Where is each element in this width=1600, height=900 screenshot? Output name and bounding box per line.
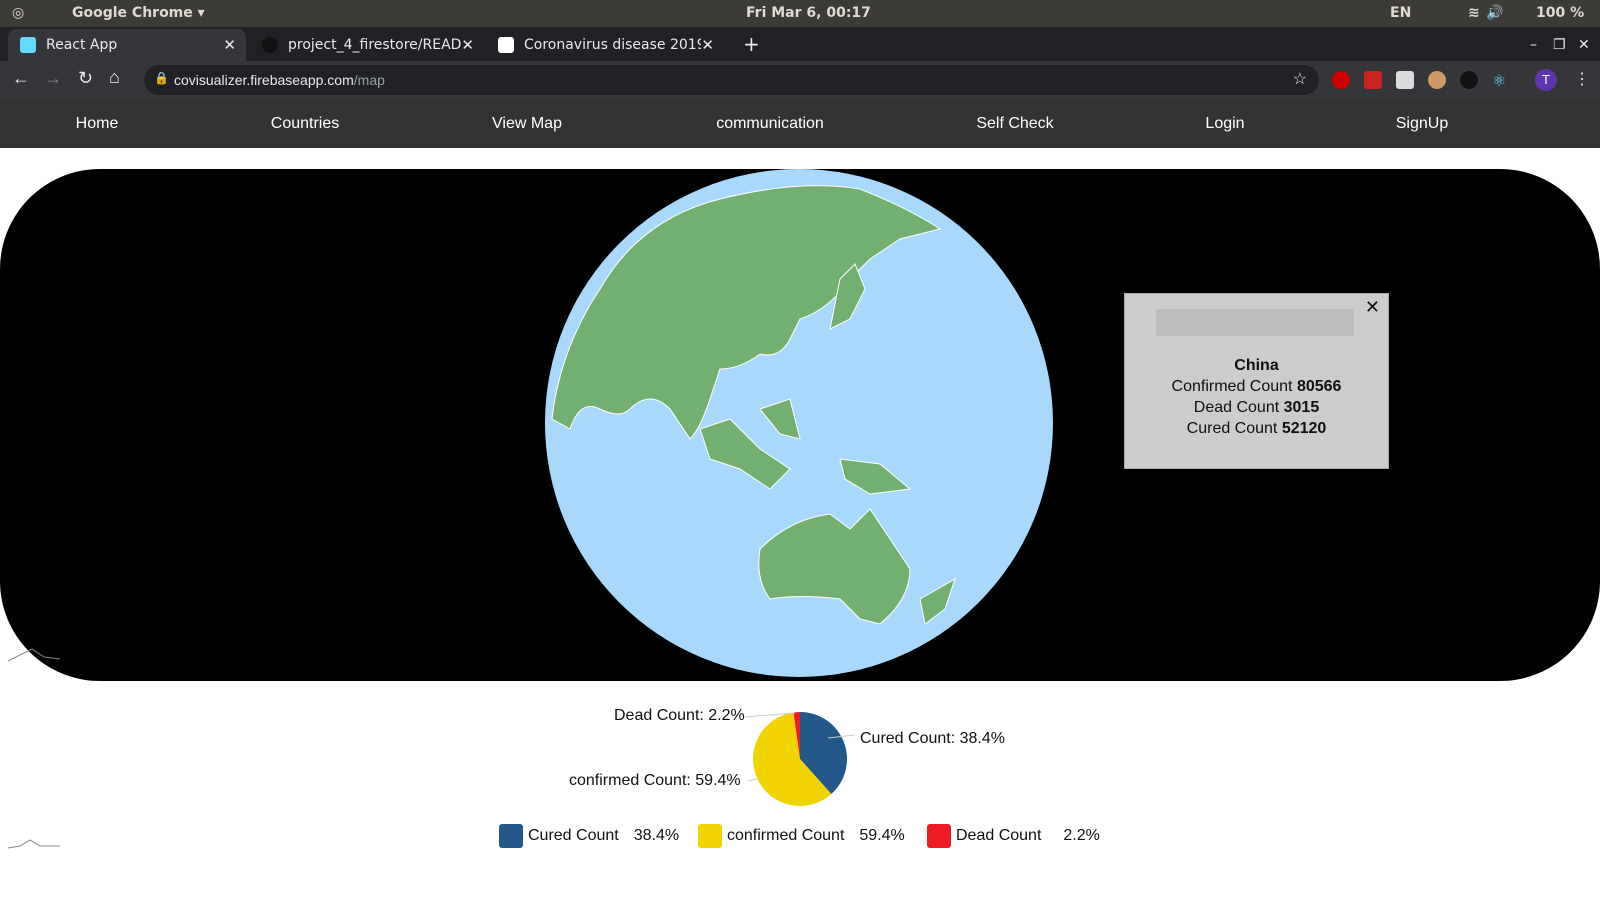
sparkline-icon (7, 839, 60, 849)
legend-item-dead[interactable]: Dead Count 2.2% (927, 824, 1100, 848)
tab-react-app[interactable]: React App ✕ (8, 29, 246, 61)
close-tab-icon[interactable]: ✕ (223, 36, 236, 54)
restore-button[interactable]: ❐ (1553, 29, 1566, 61)
volume-icon[interactable]: 🔊 (1486, 5, 1503, 21)
legend-swatch (698, 824, 722, 848)
close-window-button[interactable]: ✕ (1578, 29, 1590, 61)
pie-chart (744, 712, 856, 806)
forward-icon[interactable]: → (44, 68, 62, 89)
new-tab-button[interactable]: + (735, 29, 760, 61)
home-icon[interactable]: ⌂ (109, 67, 120, 88)
site-nav: Home Countries View Map communication Se… (0, 99, 1600, 148)
tab-wikipedia[interactable]: Coronavirus disease 2019 ✕ (486, 29, 724, 61)
legend-swatch (927, 824, 951, 848)
tooltip-confirmed: Confirmed Count 80566 (1171, 378, 1342, 395)
adblock-extension-icon[interactable] (1332, 71, 1350, 89)
nav-self-check[interactable]: Self Check (976, 115, 1053, 133)
nav-signup[interactable]: SignUp (1396, 115, 1448, 133)
legend-item-confirmed[interactable]: confirmed Count 59.4% (698, 824, 905, 848)
profile-avatar[interactable]: T (1535, 69, 1557, 91)
github-icon (262, 37, 278, 53)
toolbar: ← → ↻ ⌂ 🔒 covisualizer.firebaseapp.com/m… (0, 61, 1600, 99)
bookmark-star-icon[interactable]: ☆ (1293, 69, 1307, 89)
wikipedia-icon (498, 37, 514, 53)
address-bar[interactable]: 🔒 covisualizer.firebaseapp.com/map ☆ (144, 65, 1319, 95)
activities-icon[interactable]: ◎ (12, 5, 24, 21)
wifi-icon[interactable]: ≋ (1468, 5, 1480, 21)
language-indicator[interactable]: EN (1390, 5, 1411, 21)
tooltip-dead: Dead Count 3015 (1193, 399, 1320, 416)
close-tab-icon[interactable]: ✕ (701, 36, 714, 54)
nav-view-map[interactable]: View Map (492, 115, 562, 133)
extension-icon[interactable] (1428, 71, 1446, 89)
nav-home[interactable]: Home (76, 115, 119, 133)
clock[interactable]: Fri Mar 6, 00:17 (746, 5, 871, 21)
pie-label-cured: Cured Count: 38.4% (860, 730, 1005, 747)
system-top-bar: ◎ Google Chrome ▾ Fri Mar 6, 00:17 EN ≋ … (0, 0, 1600, 27)
react-icon (20, 37, 36, 53)
minimize-button[interactable]: – (1530, 29, 1537, 61)
extension-icon[interactable] (1364, 71, 1382, 89)
pie-label-dead: Dead Count: 2.2% (614, 707, 745, 724)
nav-login[interactable]: Login (1205, 115, 1244, 133)
country-tooltip: ✕ China Confirmed Count 80566 Dead Count… (1124, 293, 1389, 469)
sparkline-icon (7, 648, 61, 662)
nav-countries[interactable]: Countries (271, 115, 339, 133)
pie-label-leader (747, 778, 758, 782)
extension-icon[interactable] (1460, 71, 1478, 89)
legend-item-cured[interactable]: Cured Count 38.4% (499, 824, 679, 848)
reload-icon[interactable]: ↻ (78, 68, 93, 89)
back-icon[interactable]: ← (12, 68, 30, 89)
tooltip-country: China (1234, 357, 1279, 374)
app-menu[interactable]: Google Chrome ▾ (72, 5, 205, 21)
lock-icon: 🔒 (154, 71, 169, 85)
close-tab-icon[interactable]: ✕ (461, 36, 474, 54)
nav-communication[interactable]: communication (716, 115, 824, 133)
battery-label[interactable]: 100 % (1536, 5, 1584, 21)
extension-icon[interactable] (1396, 71, 1414, 89)
menu-icon[interactable]: ⋮ (1574, 69, 1590, 89)
react-devtools-icon[interactable]: ⚛ (1492, 71, 1510, 90)
tooltip-header-bar (1156, 309, 1354, 336)
tab-github[interactable]: project_4_firestore/READ ✕ (250, 29, 484, 61)
pie-label-confirmed: confirmed Count: 59.4% (569, 772, 741, 789)
close-icon[interactable]: ✕ (1365, 297, 1380, 318)
tooltip-cured: Cured Count 52120 (1186, 420, 1327, 437)
legend-swatch (499, 824, 523, 848)
map-panel: ✕ China Confirmed Count 80566 Dead Count… (0, 169, 1600, 681)
tab-strip: React App ✕ project_4_firestore/READ ✕ Cor… (0, 27, 1600, 61)
